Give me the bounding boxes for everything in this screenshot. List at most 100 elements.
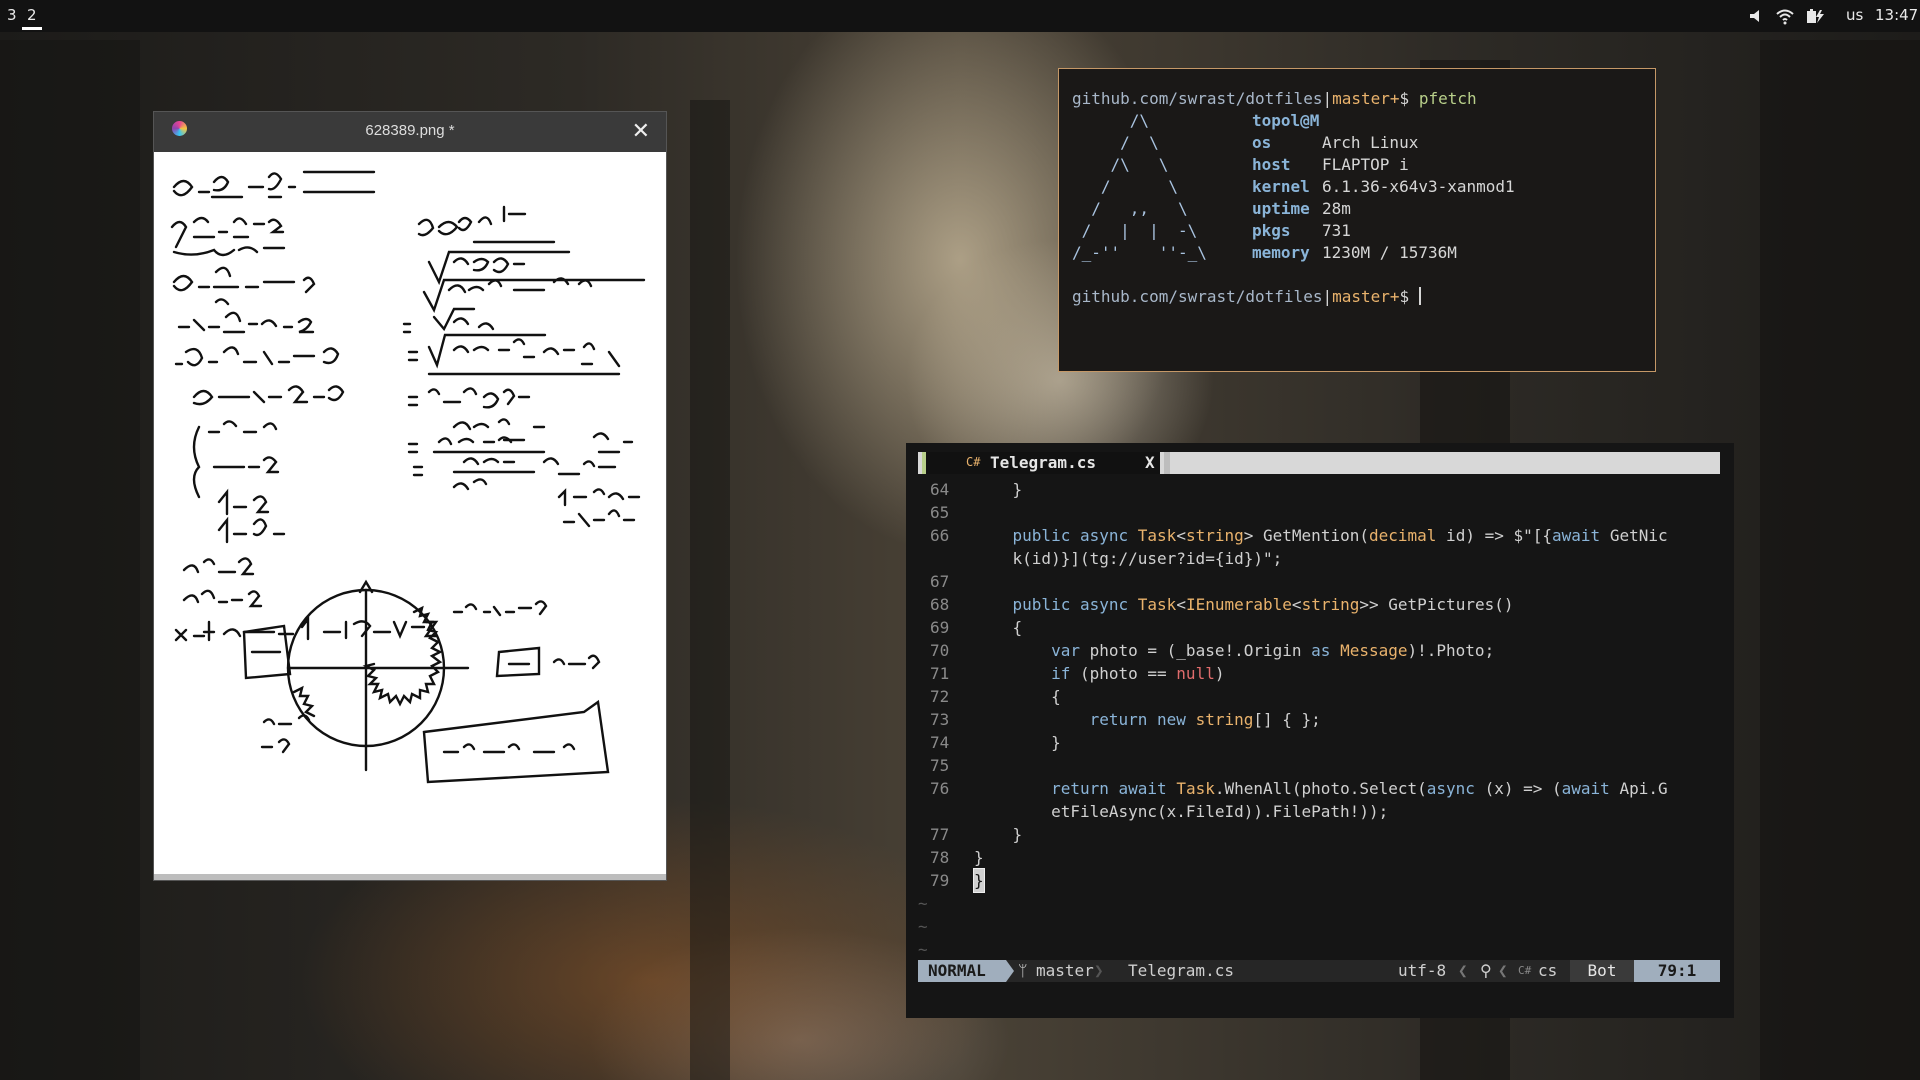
line-number: 75 [930,756,950,775]
image-viewer-title: 628389.png * [365,122,455,139]
volume-icon[interactable] [1747,6,1767,26]
line-number: 71 [930,664,950,683]
vim-statusline: NORMAL ᛘ master ❯ Telegram.cs utf-8 ❮ ⚲ … [918,960,1720,982]
git-branch: master [1036,961,1094,980]
empty-line-marker: ~ [918,894,928,913]
cursor-position: 79:1 [1634,960,1720,982]
battery-charging-icon[interactable] [1805,6,1829,26]
line-number: 79 [930,871,950,890]
pfetch-logo-line: / \ [1072,133,1159,152]
line-number: 69 [930,618,950,637]
pfetch-value: Arch Linux [1322,133,1419,152]
code-text: public async Task<string> GetMention(dec… [1012,526,1668,545]
workspace-2-active[interactable]: 2 [27,6,37,24]
current-file: Telegram.cs [1128,961,1234,980]
top-bar: 3 2 us 13:47 [0,0,1920,32]
terminal-prompt-line: github.com/swrast/dotfiles|master+$ pfet… [1072,89,1477,108]
statusline-separator: ❯ [1094,961,1104,980]
code-text: k(id)}](tg://user?id={id})"; [974,549,1283,568]
prompt-symbol: $ [1399,287,1410,306]
vim-tab-close-button[interactable]: X [1145,453,1155,472]
pfetch-user-host: topol@M [1252,111,1320,130]
code-text: } [974,848,984,867]
pfetch-key: memory [1252,243,1310,262]
terminal-prompt-line-active[interactable]: github.com/swrast/dotfiles|master+$ [1072,286,1421,308]
wallpaper-tree [690,100,730,1080]
git-branch-icon: ᛘ [1018,961,1028,980]
code-text: } [974,733,1061,752]
pfetch-info-row: kernel 6.1.36-x64v3-xanmod1 [1252,176,1515,198]
pfetch-logo-line: / \ [1072,177,1178,196]
code-text: var photo = (_base!.Origin as Message)!.… [1051,641,1495,660]
statusline-separator: ❮ [1458,961,1468,980]
terminal-command: pfetch [1418,89,1477,108]
line-number: 76 [930,779,950,798]
code-text: } [974,480,1023,499]
vim-tabline: C# Telegram.cs X [918,452,1720,474]
line-number: 73 [930,710,950,729]
empty-line-marker: ~ [918,917,928,936]
prompt-branch: master+ [1332,89,1400,108]
empty-line-marker: ~ [918,940,928,959]
code-text: } [974,825,1023,844]
statusline-separator [1006,960,1014,982]
pfetch-info-row: uptime 28m [1252,198,1351,220]
pfetch-value: 731 [1322,221,1351,240]
active-tab-accent [922,452,926,474]
clock[interactable]: 13:47 [1875,6,1918,24]
line-number: 67 [930,572,950,591]
image-viewer-window[interactable]: 628389.png * ✕ [154,112,666,880]
mode-indicator: NORMAL [918,960,1006,982]
terminal-window[interactable]: github.com/swrast/dotfiles|master+$ pfet… [1058,68,1656,372]
active-workspace-indicator [22,27,42,30]
wallpaper-tree [0,40,140,1080]
pfetch-key: uptime [1252,199,1310,218]
pfetch-logo-line: / | | -\ [1072,221,1198,240]
code-text: if (photo == null) [1051,664,1225,683]
pfetch-value: FLAPTOP i [1322,155,1409,174]
pfetch-logo-line: / ,, \ [1072,199,1188,218]
pfetch-info-row: host FLAPTOP i [1252,154,1409,176]
prompt-path: github.com/swrast/dotfiles [1072,89,1323,108]
line-number: 64 [930,480,950,499]
pfetch-value: 1230M / 15736M [1322,243,1457,262]
pfetch-logo-line: /\ \ [1072,155,1169,174]
keyboard-layout[interactable]: us [1846,6,1863,24]
pfetch-info-row: pkgs 731 [1252,220,1351,242]
pfetch-key: pkgs [1252,221,1291,240]
line-number: 74 [930,733,950,752]
handwriting-strokes [170,170,646,784]
pfetch-key: os [1252,133,1272,152]
vim-tab-telegram[interactable]: C# Telegram.cs X [922,452,1160,474]
terminal-cursor [1418,287,1421,305]
pfetch-value: 6.1.36-x64v3-xanmod1 [1322,177,1515,196]
line-number: 72 [930,687,950,706]
code-text: return new string[] { }; [1089,710,1321,729]
code-text: { [974,618,1023,637]
prompt-symbol: $ [1399,89,1410,108]
line-number: 66 [930,526,950,545]
close-icon[interactable]: ✕ [632,118,650,144]
code-text: return await Task.WhenAll(photo.Select(a… [1051,779,1668,798]
linux-icon: ⚲ [1480,961,1492,980]
prompt-path: github.com/swrast/dotfiles [1072,287,1323,306]
code-text-cursor: } [973,868,985,893]
line-number: 78 [930,848,950,867]
vim-editor-window[interactable]: C# Telegram.cs X 64 } 65 66 public async… [906,443,1734,1018]
statusline-separator: ❮ [1498,961,1508,980]
csharp-filetype-icon: C# [1518,964,1532,977]
file-type: cs [1538,961,1558,980]
image-viewer-titlebar[interactable]: 628389.png * ✕ [154,112,666,152]
line-number: 68 [930,595,950,614]
wifi-icon[interactable] [1775,6,1795,26]
pfetch-info-row: os Arch Linux [1252,132,1418,154]
file-encoding: utf-8 [1398,961,1447,980]
prompt-branch: master+ [1332,287,1400,306]
code-text: { [974,687,1061,706]
code-text: public async Task<IEnumerable<string>> G… [1012,595,1514,614]
scroll-position: Bot [1570,960,1634,982]
image-viewer-statusbar [154,874,666,880]
workspace-3[interactable]: 3 [7,6,17,24]
pfetch-logo-line: /\ [1072,111,1150,130]
handwritten-math-image[interactable] [154,152,664,874]
